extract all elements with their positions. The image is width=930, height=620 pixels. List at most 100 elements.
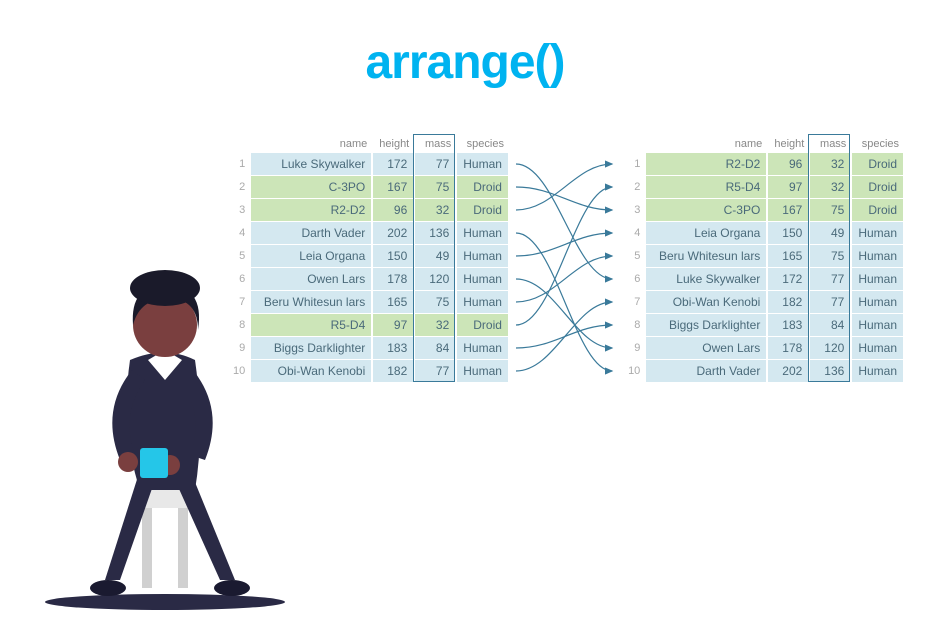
cell-height: 178	[768, 337, 808, 359]
cell-name: Luke Skywalker	[646, 268, 766, 290]
cell-mass: 75	[810, 199, 850, 221]
cell-height: 202	[768, 360, 808, 382]
table-row: 2C-3PO16775Droid	[227, 176, 508, 198]
cell-height: 178	[373, 268, 413, 290]
cell-mass: 120	[810, 337, 850, 359]
cell-mass: 77	[415, 153, 455, 175]
cell-mass: 32	[415, 314, 455, 336]
cell-species: Human	[852, 337, 903, 359]
cell-height: 96	[373, 199, 413, 221]
cell-species: Human	[852, 314, 903, 336]
cell-species: Droid	[457, 199, 508, 221]
cell-name: R5-D4	[646, 176, 766, 198]
cell-species: Droid	[457, 176, 508, 198]
cell-species: Human	[457, 153, 508, 175]
table-row: 2R5-D49732Droid	[622, 176, 903, 198]
cell-name: C-3PO	[646, 199, 766, 221]
table-row: 1R2-D29632Droid	[622, 153, 903, 175]
cell-name: Obi-Wan Kenobi	[646, 291, 766, 313]
cell-mass: 136	[415, 222, 455, 244]
col-header-height: height	[373, 136, 413, 152]
cell-height: 165	[768, 245, 808, 267]
col-header-name: name	[646, 136, 766, 152]
cell-height: 97	[373, 314, 413, 336]
table-row: 3C-3PO16775Droid	[622, 199, 903, 221]
row-number: 3	[622, 199, 644, 221]
table-row: 10Darth Vader202136Human	[622, 360, 903, 382]
cell-species: Human	[457, 245, 508, 267]
table-row: 3R2-D29632Droid	[227, 199, 508, 221]
col-header-name: name	[251, 136, 371, 152]
cell-mass: 77	[810, 291, 850, 313]
cell-species: Droid	[457, 314, 508, 336]
cell-name: Beru Whitesun lars	[646, 245, 766, 267]
row-number: 9	[622, 337, 644, 359]
cell-height: 172	[373, 153, 413, 175]
row-number: 7	[622, 291, 644, 313]
cell-species: Droid	[852, 153, 903, 175]
cell-height: 183	[373, 337, 413, 359]
sorted-table-container: name height mass species 1R2-D29632Droid…	[620, 135, 905, 383]
cell-height: 182	[373, 360, 413, 382]
tables-container: name height mass species 1Luke Skywalker…	[225, 135, 905, 383]
cell-species: Droid	[852, 176, 903, 198]
table-row: 4Leia Organa15049Human	[622, 222, 903, 244]
cell-species: Human	[852, 360, 903, 382]
cell-mass: 32	[415, 199, 455, 221]
cell-height: 202	[373, 222, 413, 244]
cell-name: Leia Organa	[646, 222, 766, 244]
cell-mass: 75	[810, 245, 850, 267]
col-header-species: species	[457, 136, 508, 152]
cell-name: R2-D2	[646, 153, 766, 175]
cell-mass: 49	[415, 245, 455, 267]
cell-height: 150	[373, 245, 413, 267]
cell-mass: 75	[415, 291, 455, 313]
cell-mass: 77	[810, 268, 850, 290]
cell-mass: 32	[810, 176, 850, 198]
row-number: 5	[622, 245, 644, 267]
table-row: 5Beru Whitesun lars16575Human	[622, 245, 903, 267]
cell-species: Human	[852, 291, 903, 313]
cell-height: 167	[768, 199, 808, 221]
cell-name: Biggs Darklighter	[646, 314, 766, 336]
row-number: 4	[622, 222, 644, 244]
cell-species: Human	[852, 222, 903, 244]
sorted-table: name height mass species 1R2-D29632Droid…	[620, 135, 905, 383]
cell-height: 165	[373, 291, 413, 313]
row-number: 10	[622, 360, 644, 382]
col-header-height: height	[768, 136, 808, 152]
cell-species: Human	[457, 337, 508, 359]
cell-height: 182	[768, 291, 808, 313]
table-row: 1Luke Skywalker17277Human	[227, 153, 508, 175]
cell-species: Human	[457, 360, 508, 382]
row-number: 1	[622, 153, 644, 175]
row-number: 2	[622, 176, 644, 198]
cell-name: Owen Lars	[646, 337, 766, 359]
cell-mass: 77	[415, 360, 455, 382]
cell-height: 167	[373, 176, 413, 198]
cell-name: Luke Skywalker	[251, 153, 371, 175]
cell-species: Human	[852, 245, 903, 267]
cell-name: R2-D2	[251, 199, 371, 221]
table-row: 6Luke Skywalker17277Human	[622, 268, 903, 290]
cell-name: C-3PO	[251, 176, 371, 198]
cell-height: 96	[768, 153, 808, 175]
cell-height: 97	[768, 176, 808, 198]
row-number: 1	[227, 153, 249, 175]
row-number: 8	[622, 314, 644, 336]
cell-mass: 136	[810, 360, 850, 382]
cell-height: 172	[768, 268, 808, 290]
cell-mass: 120	[415, 268, 455, 290]
row-number: 6	[622, 268, 644, 290]
cell-mass: 32	[810, 153, 850, 175]
table-row: 8Biggs Darklighter18384Human	[622, 314, 903, 336]
cell-mass: 84	[415, 337, 455, 359]
table-row: 9Owen Lars178120Human	[622, 337, 903, 359]
cell-species: Human	[457, 291, 508, 313]
col-header-mass: mass	[415, 136, 455, 152]
page-title: arrange()	[0, 35, 930, 90]
cell-height: 150	[768, 222, 808, 244]
col-header-species: species	[852, 136, 903, 152]
cell-mass: 49	[810, 222, 850, 244]
cell-name: Darth Vader	[646, 360, 766, 382]
